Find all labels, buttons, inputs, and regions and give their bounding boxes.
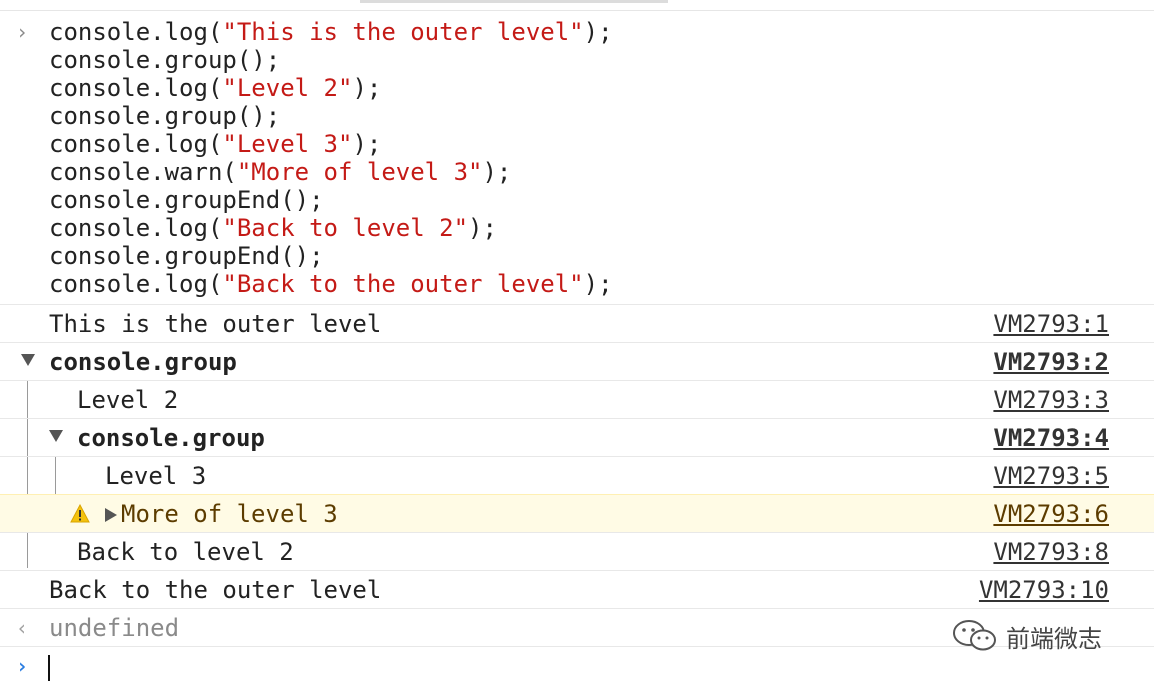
- group-label: console.group: [49, 348, 237, 376]
- code-line: console.groupEnd();: [49, 242, 324, 270]
- console-message-row: Level 2 VM2793:3: [0, 380, 1154, 418]
- source-link[interactable]: VM2793:1: [993, 305, 1109, 343]
- source-link[interactable]: VM2793:5: [993, 457, 1109, 495]
- triangle-right-icon[interactable]: [105, 508, 117, 522]
- code-line: console.group();: [49, 46, 280, 74]
- watermark-text: 前端微志: [1006, 624, 1102, 653]
- code-text: );: [583, 270, 613, 298]
- code-text: );: [352, 74, 382, 102]
- code-line: console.log("Level 2");: [49, 74, 381, 102]
- warning-icon: [70, 504, 90, 523]
- console-message-row: Level 3 VM2793:5: [0, 456, 1154, 494]
- source-link[interactable]: VM2793:2: [993, 343, 1109, 381]
- message-text: Level 3: [105, 462, 207, 490]
- code-text: console.group();: [49, 102, 281, 130]
- message-text: More of level 3: [121, 500, 338, 528]
- code-string: "Level 2": [222, 74, 353, 102]
- code-string: "More of level 3": [236, 158, 483, 186]
- code-line: console.log("This is the outer level");: [49, 18, 613, 46]
- code-text: console.groupEnd();: [49, 186, 324, 214]
- code-line: console.groupEnd();: [49, 186, 324, 214]
- text-cursor[interactable]: [48, 655, 50, 681]
- console-message-row: Back to the outer level VM2793:10: [0, 570, 1154, 608]
- console-group-row[interactable]: console.group VM2793:2: [0, 342, 1154, 380]
- group-label: console.group: [77, 424, 265, 452]
- triangle-down-icon[interactable]: [49, 430, 63, 442]
- code-text: console.log(: [49, 130, 223, 158]
- console-group-row[interactable]: console.group VM2793:4: [0, 418, 1154, 456]
- code-text: );: [352, 130, 382, 158]
- message-text: This is the outer level: [49, 310, 382, 338]
- code-text: );: [482, 158, 512, 186]
- source-link[interactable]: VM2793:6: [993, 495, 1109, 533]
- code-text: console.log(: [49, 270, 223, 298]
- code-text: console.log(: [49, 74, 223, 102]
- code-text: console.warn(: [49, 158, 237, 186]
- watermark: 前端微志: [952, 616, 1102, 656]
- wechat-icon: [953, 620, 996, 651]
- chevron-right-icon: ›: [16, 20, 29, 44]
- code-text: console.log(: [49, 214, 223, 242]
- source-link[interactable]: VM2793:4: [993, 419, 1109, 457]
- source-link[interactable]: VM2793:8: [993, 533, 1109, 571]
- warning-message: More of level 3: [105, 495, 338, 533]
- result-value: undefined: [49, 614, 180, 642]
- code-text: console.group();: [49, 46, 281, 74]
- console-message-row: Back to level 2 VM2793:8: [0, 532, 1154, 570]
- code-text: console.groupEnd();: [49, 242, 324, 270]
- code-line: console.log("Back to level 2");: [49, 214, 497, 242]
- code-string: "This is the outer level": [222, 18, 584, 46]
- code-line: console.log("Level 3");: [49, 130, 381, 158]
- triangle-down-icon[interactable]: [21, 354, 35, 366]
- toolbar-tab-indicator: [360, 0, 668, 3]
- message-text: Back to the outer level: [49, 576, 382, 604]
- message-text: Level 2: [77, 386, 179, 414]
- source-link[interactable]: VM2793:3: [993, 381, 1109, 419]
- code-line: console.log("Back to the outer level");: [49, 270, 613, 298]
- code-text: console.log(: [49, 18, 223, 46]
- chevron-right-icon: ›: [16, 654, 29, 678]
- code-string: "Back to level 2": [222, 214, 469, 242]
- toolbar-strip: [0, 0, 1154, 11]
- chevron-left-icon: ‹: [16, 616, 29, 640]
- code-line: console.warn("More of level 3");: [49, 158, 511, 186]
- code-text: );: [583, 18, 613, 46]
- code-text: );: [468, 214, 497, 242]
- console-warning-row[interactable]: More of level 3 VM2793:6: [0, 494, 1154, 532]
- console-message-row: This is the outer level VM2793:1: [0, 304, 1154, 342]
- code-string: "Level 3": [222, 130, 353, 158]
- code-line: console.group();: [49, 102, 280, 130]
- source-link[interactable]: VM2793:10: [979, 571, 1109, 609]
- code-string: "Back to the outer level": [222, 270, 584, 298]
- message-text: Back to level 2: [77, 538, 294, 566]
